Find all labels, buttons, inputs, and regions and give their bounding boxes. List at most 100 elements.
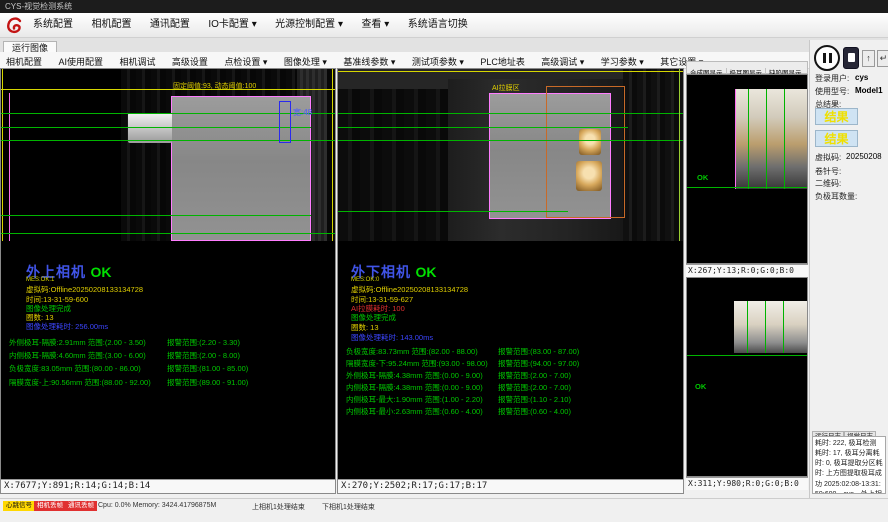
measure-line-green-v2 <box>765 301 766 353</box>
measurement-row: 负极宽度:83.73mm 范围:(82.00 - 88.00) 报警范围:(83… <box>346 346 478 357</box>
left-gripper-shape <box>128 113 172 143</box>
measurement-row: 内侧极耳-最小:2.63mm 范围:(0.60 - 4.00) 报警范围:(0.… <box>346 406 483 417</box>
view-tab-bar: 运行图像 <box>0 38 888 53</box>
measure-line-green-v1 <box>748 89 749 189</box>
up-arrow-icon: ↑ <box>866 53 871 63</box>
card-icon <box>848 53 855 62</box>
model-value: Model1 <box>855 86 883 95</box>
snapshot-button[interactable] <box>843 47 859 69</box>
measure-line-green-5 <box>1 233 335 234</box>
left-elapsed-time: 图像处理耗时: 256.00ms <box>26 321 108 332</box>
menu-bar: 系统配置 相机配置 通讯配置 IO卡配置 ▾ 光源控制配置 ▾ 查看 ▾ 系统语… <box>0 13 888 38</box>
lower-camera-status: 下相机1处理结束 <box>322 502 375 512</box>
center-image-right-machinery <box>623 69 683 241</box>
measure-line-green-v3 <box>784 89 785 189</box>
pause-button[interactable] <box>814 45 840 71</box>
menu-comm-config[interactable]: 通讯配置 <box>143 13 197 37</box>
cpu-memory-status: Cpu: 0.0% Memory: 3424.41796875M <box>98 502 216 509</box>
measure-line-green-2 <box>1 127 311 128</box>
preview-column: 合成图显示极耳图显示缺陷图显示 OK X:267;Y:13;R:0;G:0;B:… <box>686 61 808 490</box>
menu-light-config[interactable]: 光源控制配置 ▾ <box>268 13 350 37</box>
center-tab-highlight-1 <box>579 129 601 155</box>
enter-button[interactable]: ↵ <box>877 50 888 67</box>
alarm-range-text: 报警范围:(1.10 - 2.10) <box>498 394 571 405</box>
measurement-text: 外侧极耳-隔膜:4.38mm 范围:(0.00 - 9.00) <box>346 371 483 380</box>
lower-preview-coordinate-bar: X:311;Y:980;R:0;G:0;B:0 <box>686 477 808 490</box>
application-window: CYS-视觉检测系统 系统配置 相机配置 通讯配置 IO卡配置 ▾ 光源控制配置… <box>0 0 888 522</box>
status-bar: 心跳信号 相机丢帧 通讯丢帧 Cpu: 0.0% Memory: 3424.41… <box>0 498 888 515</box>
measurement-row: 负极宽度:83.05mm 范围:(80.00 - 86.00) 报警范围:(81… <box>9 363 141 374</box>
preview-view-lower[interactable]: OK <box>686 277 808 477</box>
measurement-text: 内侧极耳-最大:1.90mm 范围:(1.00 - 2.20) <box>346 395 483 404</box>
login-user-value: cys <box>855 73 868 82</box>
measurement-text: 内侧极耳-最小:2.63mm 范围:(0.60 - 4.00) <box>346 407 483 416</box>
alarm-range-text: 报警范围:(2.00 - 7.00) <box>498 370 571 381</box>
measure-line-green-2 <box>338 127 628 128</box>
measurement-text: 负极宽度:83.05mm 范围:(80.00 - 86.00) <box>9 364 141 373</box>
guide-line-yellow-h <box>338 71 683 72</box>
center-image-left-machinery <box>338 89 448 241</box>
app-logo-icon <box>5 16 23 35</box>
window-titlebar: CYS-视觉检测系统 <box>0 0 888 13</box>
left-roi-blue-rect <box>279 101 291 143</box>
return-arrow-icon: ↵ <box>880 53 888 63</box>
upper-camera-status: 上相机1处理结束 <box>252 502 305 512</box>
roi-line-pink <box>735 89 736 189</box>
left-result-ok: OK <box>90 264 111 280</box>
login-user-label: 登录用户: <box>815 73 849 84</box>
measurement-text: 内侧极耳-隔膜:4.38mm 范围:(0.00 - 9.00) <box>346 383 483 392</box>
alarm-range-text: 报警范围:(2.00 - 8.00) <box>167 350 240 361</box>
guide-line-pink-v <box>9 93 10 241</box>
preview-view-upper[interactable]: OK <box>686 74 808 264</box>
measure-line-green-v3 <box>783 301 784 353</box>
alarm-range-text: 报警范围:(89.00 - 91.00) <box>167 377 248 388</box>
lower-winding-photo <box>734 301 807 353</box>
measurement-text: 隔膜宽度-下:95.24mm 范围:(93.00 - 98.00) <box>346 359 488 368</box>
measurement-row: 内侧极耳-最大:1.90mm 范围:(1.00 - 2.20) 报警范围:(1.… <box>346 394 483 405</box>
pause-icon <box>829 53 832 63</box>
measurement-row: 外侧极耳-隔膜:4.38mm 范围:(0.00 - 9.00) 报警范围:(2.… <box>346 370 483 381</box>
center-ai-zone-label: AI拉膜区 <box>492 83 520 93</box>
menu-camera-config[interactable]: 相机配置 <box>84 13 138 37</box>
measurement-row: 隔膜宽度-上:90.56mm 范围:(88.00 - 92.00) 报警范围:(… <box>9 377 151 388</box>
left-mes-status: MES:OK:1 <box>26 277 54 283</box>
center-camera-panel[interactable]: AI拉膜区 外下相机 OK MES:OK:0 虚拟码:Offline202502… <box>337 68 684 494</box>
measurement-text: 外侧极耳-隔膜:2.91mm 范围:(2.00 - 3.50) <box>9 338 146 347</box>
result-display-lower: 结果 <box>815 130 858 147</box>
upper-preview-coordinate-bar: X:267;Y:13;R:0;G:0;B:0 <box>686 264 808 277</box>
measurement-text: 负极宽度:83.73mm 范围:(82.00 - 88.00) <box>346 347 478 356</box>
preview-tab-bar: 合成图显示极耳图显示缺陷图显示 <box>686 61 808 74</box>
lower-preview-result: OK <box>695 382 706 391</box>
menu-system-config[interactable]: 系统配置 <box>26 13 80 37</box>
right-sidebar: ↑ ↵ 登录用户: cys 使用型号: Model1 总结果: 结果 结果 虚拟… <box>809 40 888 498</box>
measurement-row: 外侧极耳-隔膜:2.91mm 范围:(2.00 - 3.50) 报警范围:(2.… <box>9 337 146 348</box>
camera-frame-drop-badge: 相机丢帧 <box>34 501 66 511</box>
center-tab-highlight-2 <box>576 161 602 191</box>
alarm-range-text: 报警范围:(81.00 - 85.00) <box>167 363 248 374</box>
winding-needle-label: 卷针号: <box>815 166 841 177</box>
menu-view[interactable]: 查看 ▾ <box>354 13 396 37</box>
qr-code-label: 二维码: <box>815 178 841 189</box>
measurement-row: 内侧极耳-隔膜:4.60mm 范围:(3.00 - 6.00) 报警范围:(2.… <box>9 350 146 361</box>
measurement-text: 隔膜宽度-上:90.56mm 范围:(88.00 - 92.00) <box>9 378 151 387</box>
upper-preview-result: OK <box>697 173 708 182</box>
alarm-range-text: 报警范围:(83.00 - 87.00) <box>498 346 579 357</box>
menu-io-config[interactable]: IO卡配置 ▾ <box>201 13 263 37</box>
measure-line-green-h <box>687 187 807 188</box>
guide-line-yellow-h <box>1 89 335 90</box>
left-camera-panel[interactable]: 固定阈值:93, 动态阈值:100 宽:48 外上相机 OK MES:OK:1 … <box>0 68 336 494</box>
move-up-button[interactable]: ↑ <box>862 50 875 67</box>
alarm-range-text: 报警范围:(2.00 - 7.00) <box>498 382 571 393</box>
menu-language-switch[interactable]: 系统语言切换 <box>401 13 475 37</box>
measurement-text: 内侧极耳-隔膜:4.60mm 范围:(3.00 - 6.00) <box>9 351 146 360</box>
measure-line-green-1 <box>338 113 683 114</box>
measure-line-green-3 <box>338 140 683 141</box>
negative-tab-count-label: 负极耳数量: <box>815 191 857 202</box>
center-mes-status: MES:OK:0 <box>351 277 379 283</box>
window-title: CYS-视觉检测系统 <box>5 2 72 11</box>
alarm-range-text: 报警范围:(2.20 - 3.30) <box>167 337 240 348</box>
measurement-row: 隔膜宽度-下:95.24mm 范围:(93.00 - 98.00) 报警范围:(… <box>346 358 488 369</box>
log-output[interactable]: 耗时: 222, 极耳检测耗时: 17, 极耳分离耗时: 0, 极耳提取分区耗时… <box>812 436 886 494</box>
measure-line-green-v2 <box>766 89 767 189</box>
alarm-range-text: 报警范围:(94.00 - 97.00) <box>498 358 579 369</box>
